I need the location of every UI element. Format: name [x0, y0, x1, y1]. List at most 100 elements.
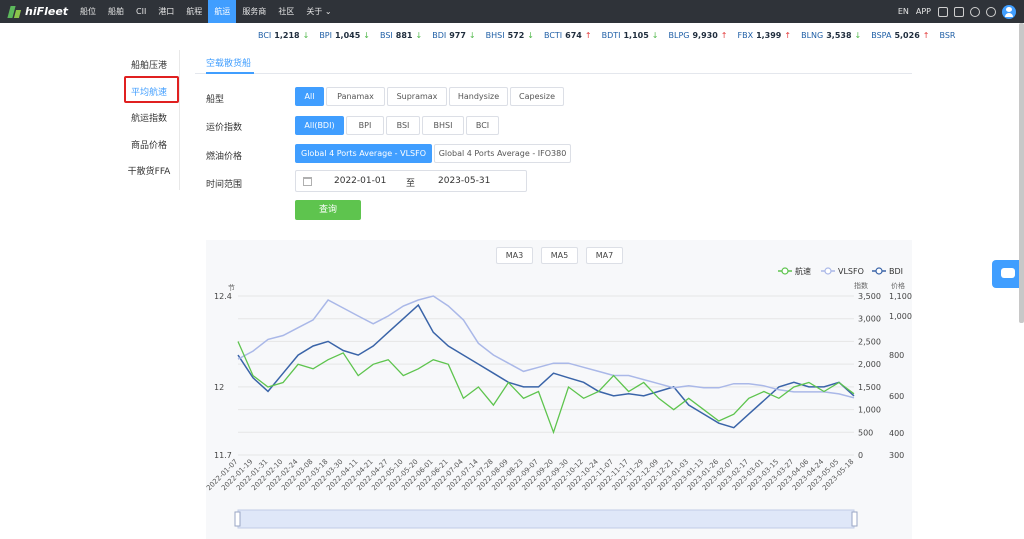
- language-switch[interactable]: EN: [898, 7, 909, 16]
- nav-item-0[interactable]: 船位: [74, 0, 102, 23]
- right-axis-price-tick: 300: [889, 451, 904, 460]
- legend-marker: [824, 267, 832, 275]
- nav-item-8[interactable]: 关于 ⌄: [300, 0, 337, 23]
- right-axis-price-tick: 400: [889, 429, 904, 438]
- ticker-value: 674: [565, 31, 582, 40]
- ticker-item[interactable]: BCI 1,218 ↓: [258, 31, 309, 40]
- freight-index-option-4[interactable]: BCI: [466, 116, 499, 135]
- ship-type-option-0[interactable]: All: [295, 87, 324, 106]
- sidebar: 船舶压港 平均航速 航运指数 商品价格 干散货FFA: [118, 50, 180, 190]
- ticker-value: 5,026: [894, 31, 920, 40]
- freight-index-option-3[interactable]: BHSI: [422, 116, 464, 135]
- ticker-item[interactable]: BLNG 3,538 ↓: [801, 31, 861, 40]
- right-axis-bdi-tick: 3,000: [858, 315, 881, 324]
- ticker-value: 1,218: [274, 31, 300, 40]
- right-axis-bdi-tick: 3,500: [858, 292, 881, 301]
- sidebar-item-2[interactable]: 航运指数: [118, 111, 180, 124]
- right-axis-bdi-tick: 2,000: [858, 360, 881, 369]
- fuel-price-option-0[interactable]: Global 4 Ports Average - VLSFO: [295, 144, 432, 163]
- ticker-name: BLNG: [801, 31, 824, 40]
- nav-item-5[interactable]: 航运: [208, 0, 237, 23]
- freight-index-option-0[interactable]: All(BDI): [295, 116, 344, 135]
- logo[interactable]: hiFleet: [8, 5, 74, 18]
- ticker-item[interactable]: BPI 1,045 ↓: [319, 31, 370, 40]
- date-range-picker[interactable]: 2022-01-01 至 2023-05-31: [295, 170, 527, 192]
- calendar-icon: [303, 177, 312, 186]
- right-axis-price-unit: 价格: [891, 281, 905, 290]
- arrow-down-icon: ↓: [468, 31, 476, 40]
- query-button[interactable]: 查询: [295, 200, 361, 220]
- freight-index-option-1[interactable]: BPI: [346, 116, 384, 135]
- ticker-item[interactable]: BDTI 1,105 ↓: [602, 31, 659, 40]
- ticker-name: BSI: [380, 31, 393, 40]
- right-axis-bdi-tick: 500: [858, 428, 873, 437]
- arrow-down-icon: ↓: [527, 31, 534, 40]
- wechat-icon[interactable]: [938, 6, 948, 17]
- end-date[interactable]: 2023-05-31: [438, 176, 490, 186]
- freight-index-option-2[interactable]: BSI: [386, 116, 420, 135]
- tab-empty-bulk[interactable]: 空载散货船: [206, 56, 251, 69]
- sidebar-item-0[interactable]: 船舶压港: [118, 58, 180, 71]
- series-line-VLSFO: [237, 295, 855, 399]
- index-ticker: BCI 1,218 ↓ BPI 1,045 ↓ BSI 881 ↓ BDI 977 ↓ BHSI 572 ↓…: [258, 31, 968, 40]
- ticker-item[interactable]: BHSI 572 ↓: [486, 31, 534, 40]
- arrow-down-icon: ↓: [651, 31, 659, 40]
- ticker-item[interactable]: BSR: [939, 31, 958, 40]
- sidebar-item-3[interactable]: 商品价格: [118, 138, 180, 151]
- nav-item-6[interactable]: 服务商: [236, 0, 272, 23]
- ticker-item[interactable]: BDI 977 ↓: [432, 31, 475, 40]
- message-icon[interactable]: [954, 6, 964, 17]
- legend-marker: [781, 267, 789, 275]
- right-axis-bdi-tick: 0: [858, 451, 863, 460]
- zoom-slider: [237, 509, 855, 529]
- ticker-value: 1,045: [334, 31, 361, 40]
- help-icon[interactable]: [986, 6, 996, 17]
- top-navbar: hiFleet 船位 船舶 CII 港口 航程 航运 服务商 社区 关于 ⌄ EN APP: [0, 0, 1024, 23]
- arrow-up-icon: ↑: [584, 31, 592, 40]
- right-axis-price-tick: 1,100: [889, 292, 912, 301]
- ticker-item[interactable]: BSPA 5,026 ↑: [871, 31, 929, 40]
- legend-marker: [875, 267, 883, 275]
- ship-type-label: 船型: [206, 95, 225, 105]
- main-nav: 船位 船舶 CII 港口 航程 航运 服务商 社区 关于 ⌄: [74, 0, 338, 23]
- app-link[interactable]: APP: [916, 7, 931, 16]
- ticker-name: FBX: [737, 31, 754, 40]
- ship-type-option-4[interactable]: Capesize: [510, 87, 564, 106]
- ship-type-option-2[interactable]: Supramax: [387, 87, 447, 106]
- ticker-value: 881: [395, 31, 413, 40]
- nav-item-7[interactable]: 社区: [272, 0, 300, 23]
- left-axis-tick: 11.7: [214, 451, 232, 460]
- fuel-price-option-1[interactable]: Global 4 Ports Average - IFO380: [434, 144, 571, 163]
- right-axis-bdi-tick: 1,500: [858, 383, 881, 392]
- left-axis-tick: 12: [214, 383, 224, 392]
- ticker-value: 3,538: [826, 31, 852, 40]
- ticker-item[interactable]: FBX 1,399 ↑: [737, 31, 791, 40]
- logo-icon: [8, 6, 22, 18]
- arrow-down-icon: ↓: [854, 31, 862, 40]
- user-avatar-icon[interactable]: [1002, 4, 1016, 19]
- page-scrollbar[interactable]: [1019, 23, 1024, 323]
- ship-type-option-1[interactable]: Panamax: [326, 87, 385, 106]
- start-date[interactable]: 2022-01-01: [334, 176, 386, 186]
- ticker-value: 1,105: [623, 31, 649, 40]
- ticker-value: 1,399: [756, 31, 782, 40]
- ticker-value: 977: [449, 31, 466, 40]
- nav-item-1[interactable]: 船舶: [102, 0, 130, 23]
- nav-item-2[interactable]: CII: [130, 0, 152, 23]
- speed-chart: 航速 VLSFO BDI 节12.4 12 11.7 指数 价格 3,500 3,000 2,500…: [206, 266, 912, 529]
- right-axis-bdi-tick: 1,000: [858, 406, 881, 415]
- arrow-down-icon: ↓: [415, 31, 423, 40]
- right-axis-price-tick: 600: [889, 392, 904, 401]
- nav-item-4[interactable]: 航程: [180, 0, 208, 23]
- ticker-item[interactable]: BCTI 674 ↑: [544, 31, 592, 40]
- nav-item-3[interactable]: 港口: [152, 0, 180, 23]
- ticker-name: BDI: [432, 31, 447, 40]
- ship-type-option-3[interactable]: Handysize: [449, 87, 508, 106]
- time-range-label: 时间范围: [206, 180, 243, 190]
- legend-label: VLSFO: [838, 267, 864, 276]
- sidebar-item-4[interactable]: 干散货FFA: [118, 164, 180, 177]
- ticker-item[interactable]: BSI 881 ↓: [380, 31, 422, 40]
- share-icon[interactable]: [970, 6, 980, 17]
- ticker-item[interactable]: BLPG 9,930 ↑: [669, 31, 728, 40]
- ticker-name: BCI: [258, 31, 272, 40]
